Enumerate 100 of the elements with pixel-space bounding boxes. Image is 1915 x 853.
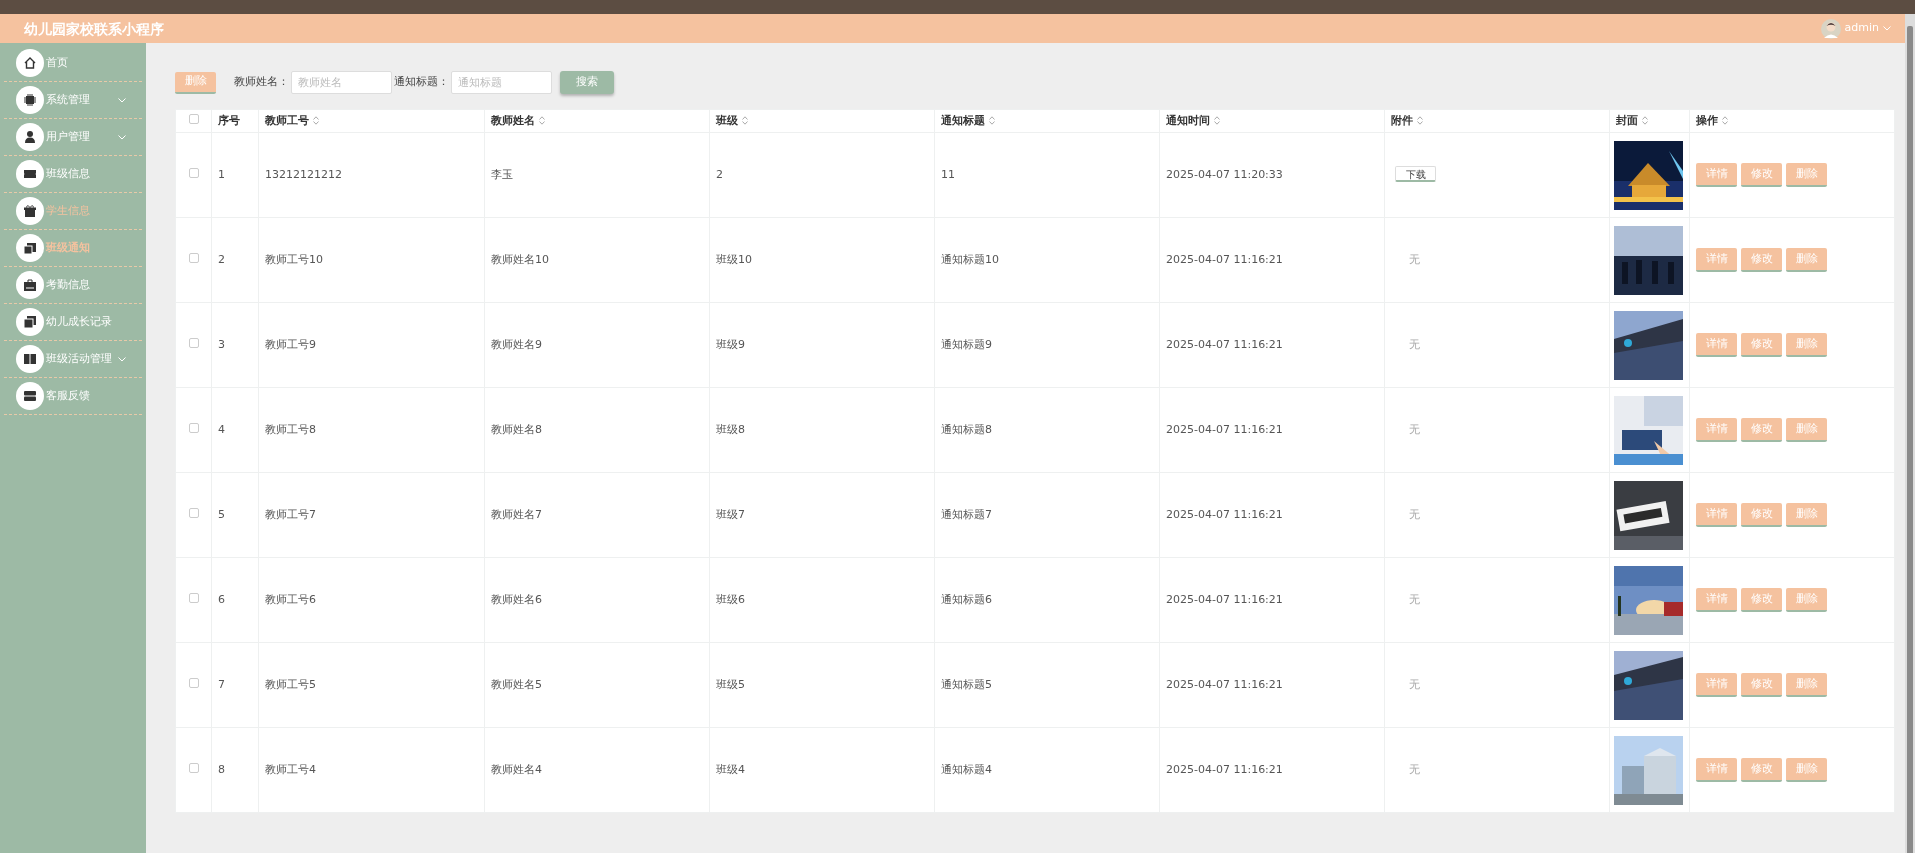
- column-header[interactable]: 通知标题: [941, 113, 985, 127]
- delete-button[interactable]: 删除: [1786, 673, 1827, 697]
- details-button[interactable]: 详情: [1696, 418, 1737, 442]
- stack-icon: [22, 388, 38, 404]
- table-cell: 2025-04-07 11:20:33: [1166, 167, 1283, 181]
- table-cell: 班级4: [716, 762, 745, 776]
- details-button[interactable]: 详情: [1696, 163, 1737, 187]
- sidebar-item[interactable]: 系统管理: [4, 82, 142, 119]
- table-cell: 教师工号4: [265, 762, 316, 776]
- sidebar-item[interactable]: 班级通知: [4, 230, 142, 267]
- checkbox[interactable]: [188, 113, 199, 124]
- sort-icon[interactable]: [1214, 115, 1220, 125]
- download-button[interactable]: 下载: [1395, 166, 1436, 183]
- book-icon: [22, 351, 38, 367]
- sort-icon[interactable]: [1417, 115, 1423, 125]
- checkbox[interactable]: [188, 762, 199, 773]
- table-cell: 2025-04-07 11:16:21: [1166, 507, 1283, 521]
- chip-icon: [22, 92, 38, 108]
- column-header[interactable]: 通知时间: [1166, 113, 1210, 127]
- column-header[interactable]: 教师姓名: [491, 113, 535, 127]
- filter-label: 教师姓名：: [234, 74, 289, 91]
- table-cell: 教师工号10: [265, 252, 323, 266]
- sidebar-item[interactable]: 班级信息: [4, 156, 142, 193]
- table-cell: 无: [1409, 507, 1420, 521]
- edit-button[interactable]: 修改: [1741, 248, 1782, 272]
- table-cell: 教师姓名4: [491, 762, 542, 776]
- table-cell: 2025-04-07 11:16:21: [1166, 592, 1283, 606]
- scrollbar[interactable]: [1905, 14, 1915, 853]
- delete-button[interactable]: 删除: [1786, 758, 1827, 782]
- table-cell: 11: [941, 167, 955, 181]
- column-header[interactable]: 封面: [1616, 113, 1638, 127]
- sort-icon[interactable]: [742, 115, 748, 125]
- table-cell: 2025-04-07 11:16:21: [1166, 677, 1283, 691]
- details-button[interactable]: 详情: [1696, 333, 1737, 357]
- input-field[interactable]: 通知标题: [451, 71, 552, 94]
- edit-button[interactable]: 修改: [1741, 418, 1782, 442]
- table-cell: 教师工号8: [265, 422, 316, 436]
- copy-icon: [22, 314, 38, 330]
- sort-icon[interactable]: [313, 115, 319, 125]
- checkbox[interactable]: [188, 337, 199, 348]
- sort-icon[interactable]: [989, 115, 995, 125]
- table-cell: 2: [218, 252, 225, 266]
- edit-button[interactable]: 修改: [1741, 588, 1782, 612]
- details-button[interactable]: 详情: [1696, 588, 1737, 612]
- sidebar-item[interactable]: 学生信息: [4, 193, 142, 230]
- table-cell: 2025-04-07 11:16:21: [1166, 422, 1283, 436]
- user-name[interactable]: admin: [1844, 20, 1879, 37]
- delete-button[interactable]: 删除: [1786, 163, 1827, 187]
- gift-icon: [22, 203, 38, 219]
- checkbox[interactable]: [188, 167, 199, 178]
- table-cell: 通知标题7: [941, 507, 992, 521]
- delete-button[interactable]: 删除: [1786, 333, 1827, 357]
- person-icon: [22, 129, 38, 145]
- edit-button[interactable]: 修改: [1741, 503, 1782, 527]
- edit-button[interactable]: 修改: [1741, 673, 1782, 697]
- edit-button[interactable]: 修改: [1741, 333, 1782, 357]
- sidebar-item[interactable]: 客服反馈: [4, 378, 142, 415]
- sidebar-item[interactable]: 幼儿成长记录: [4, 304, 142, 341]
- details-button[interactable]: 详情: [1696, 673, 1737, 697]
- column-header[interactable]: 教师工号: [265, 113, 309, 127]
- table-cell: 通知标题6: [941, 592, 992, 606]
- sidebar-item[interactable]: 班级活动管理: [4, 341, 142, 378]
- table-cell: 教师姓名10: [491, 252, 549, 266]
- table-cell: 李玉: [491, 167, 513, 181]
- table-cell: 班级10: [716, 252, 752, 266]
- table-cell: 7: [218, 677, 225, 691]
- delete-button[interactable]: 删除: [1786, 503, 1827, 527]
- table-cell: 班级9: [716, 337, 745, 351]
- details-button[interactable]: 详情: [1696, 248, 1737, 272]
- input-field[interactable]: 教师姓名: [291, 71, 392, 94]
- checkbox[interactable]: [188, 422, 199, 433]
- sort-icon[interactable]: [1642, 115, 1648, 125]
- checkbox[interactable]: [188, 592, 199, 603]
- delete-button[interactable]: 删除: [1786, 418, 1827, 442]
- checkbox[interactable]: [188, 252, 199, 263]
- checkbox[interactable]: [188, 507, 199, 518]
- table-cell: 教师姓名5: [491, 677, 542, 691]
- table-cell: 教师姓名8: [491, 422, 542, 436]
- search-button[interactable]: 搜索: [560, 71, 614, 94]
- delete-button[interactable]: 删除: [175, 71, 216, 94]
- chevron-down-icon[interactable]: [1883, 26, 1891, 31]
- column-header[interactable]: 班级: [716, 113, 738, 127]
- details-button[interactable]: 详情: [1696, 758, 1737, 782]
- edit-button[interactable]: 修改: [1741, 758, 1782, 782]
- checkbox[interactable]: [188, 677, 199, 688]
- chevron-down-icon: [118, 356, 126, 362]
- sidebar-item[interactable]: 首页: [4, 45, 142, 82]
- sidebar-item[interactable]: 考勤信息: [4, 267, 142, 304]
- edit-button[interactable]: 修改: [1741, 163, 1782, 187]
- delete-button[interactable]: 删除: [1786, 588, 1827, 612]
- delete-button[interactable]: 删除: [1786, 248, 1827, 272]
- table-cell: 班级7: [716, 507, 745, 521]
- sort-icon[interactable]: [1722, 115, 1728, 125]
- sidebar-item[interactable]: 用户管理: [4, 119, 142, 156]
- sort-icon[interactable]: [539, 115, 545, 125]
- details-button[interactable]: 详情: [1696, 503, 1737, 527]
- column-header[interactable]: 操作: [1696, 113, 1718, 127]
- avatar[interactable]: [1820, 18, 1841, 39]
- table-cell: 教师姓名9: [491, 337, 542, 351]
- column-header[interactable]: 附件: [1391, 113, 1413, 127]
